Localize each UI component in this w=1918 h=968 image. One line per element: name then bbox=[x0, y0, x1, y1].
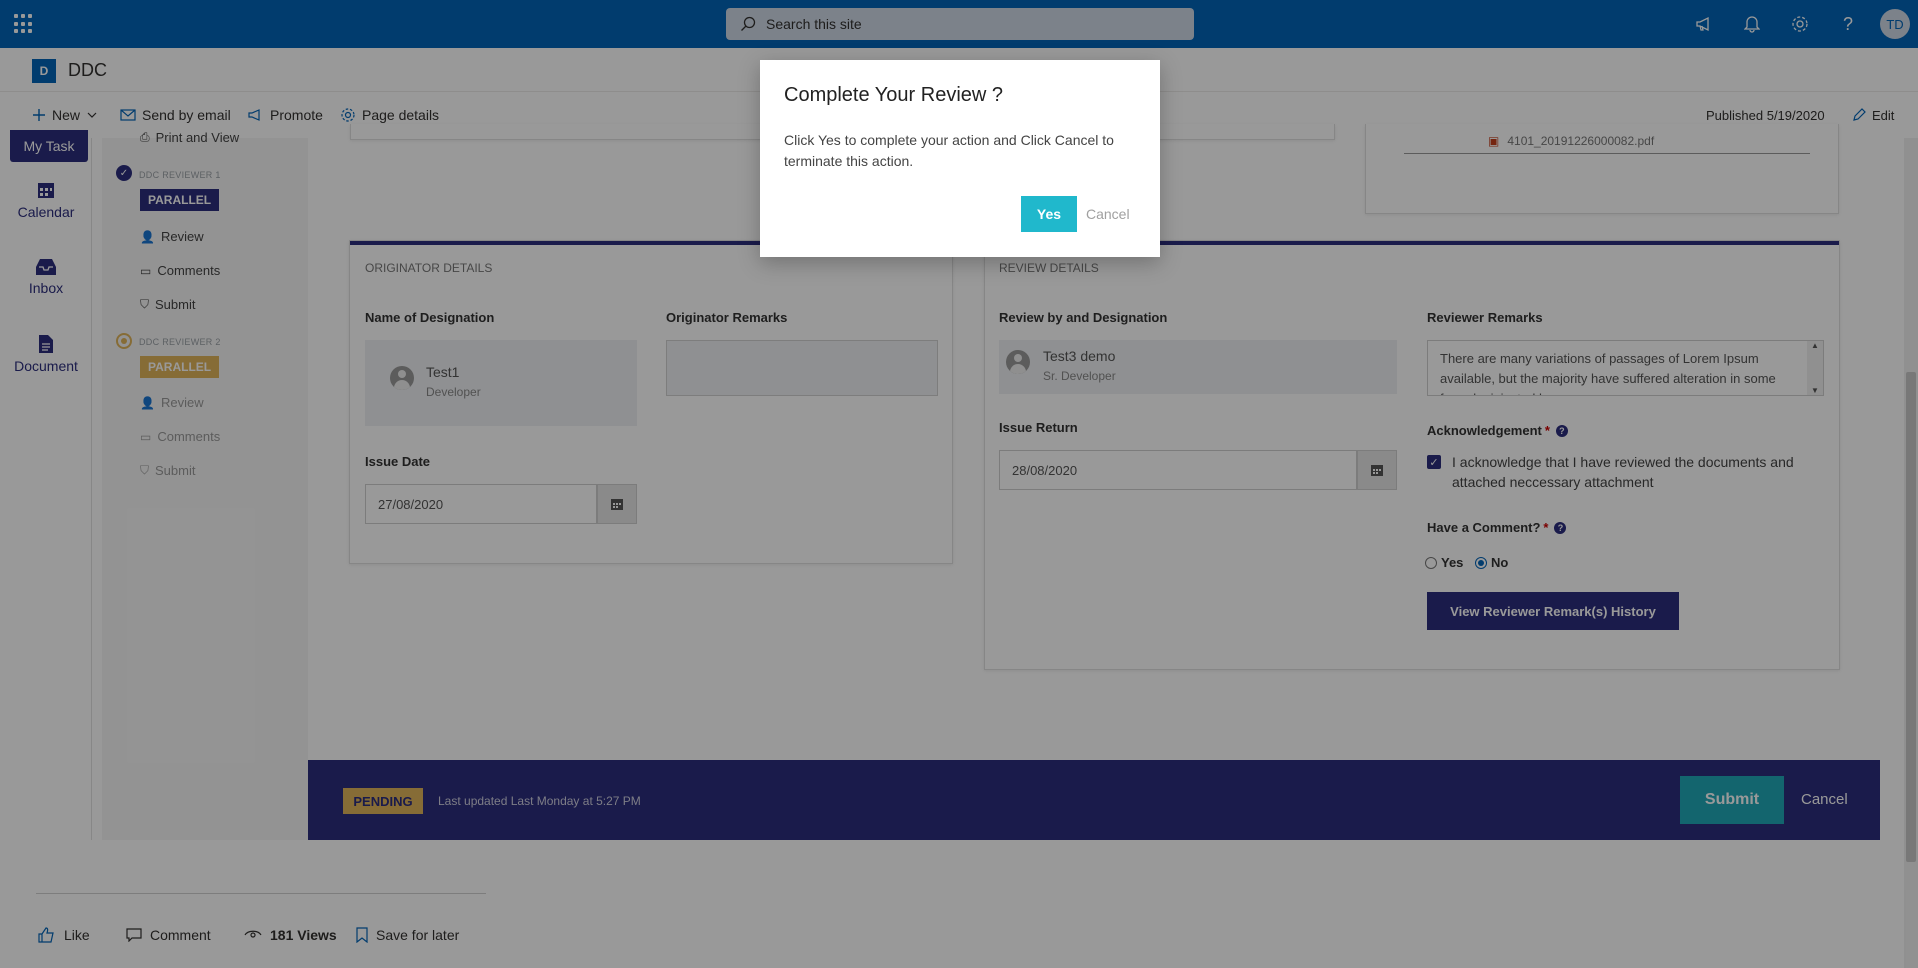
dialog-body: Click Yes to complete your action and Cl… bbox=[784, 132, 1114, 169]
confirm-dialog: Complete Your Review ? Click Yes to comp… bbox=[760, 60, 1160, 257]
dialog-yes-button[interactable]: Yes bbox=[1021, 196, 1077, 232]
dialog-title: Complete Your Review ? bbox=[784, 84, 1004, 106]
dialog-cancel-button[interactable]: Cancel bbox=[1086, 206, 1130, 222]
